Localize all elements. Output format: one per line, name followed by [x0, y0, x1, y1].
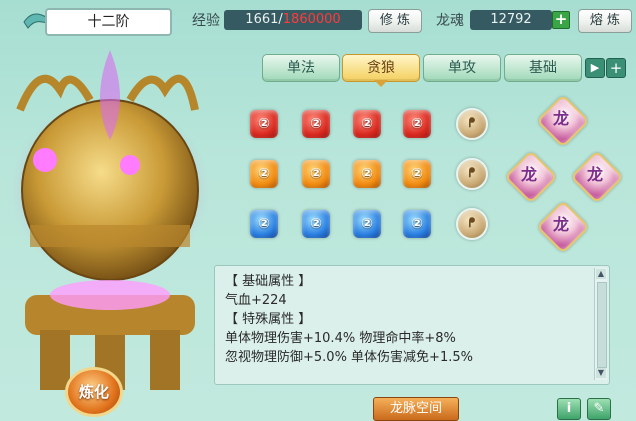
exp-label: 经验: [192, 13, 220, 29]
special-attr-line: 单体物理伤害+10.4% 物理命中率+8%: [225, 331, 456, 346]
refine-button[interactable]: 炼化: [65, 367, 123, 417]
cauldron-artwork: [10, 50, 210, 390]
attribute-scrollbar[interactable]: ▲ ▼: [594, 268, 607, 380]
blue-gem-slot[interactable]: ②: [350, 207, 384, 241]
tab-single-magic[interactable]: 单法: [262, 54, 340, 82]
gem-glyph-icon: ②: [258, 216, 270, 232]
next-tabs-button[interactable]: ▶: [585, 58, 605, 78]
star-gem-slot[interactable]: 龙: [536, 200, 590, 254]
special-attr-line: 忽视物理防御+5.0% 单体伤害减免+1.5%: [225, 350, 473, 365]
star-gem-slot[interactable]: 龙: [504, 150, 558, 204]
star-gem-slot[interactable]: 龙: [536, 94, 590, 148]
rank-label: 十二阶: [45, 8, 172, 36]
soul-label: 龙魂: [436, 13, 464, 29]
orange-gem-slot[interactable]: ②: [299, 157, 333, 191]
bronze-gem-slot[interactable]: ᖰ: [455, 157, 489, 191]
gem-glyph-icon: ②: [310, 116, 322, 132]
gem-glyph-icon: ②: [411, 116, 423, 132]
tab-basic[interactable]: 基础: [504, 54, 582, 82]
blue-gem-slot[interactable]: ②: [247, 207, 281, 241]
gem-glyph-icon: ᖰ: [468, 216, 476, 231]
exp-max: 1860000: [282, 12, 341, 27]
red-gem-slot[interactable]: ②: [350, 107, 384, 141]
bronze-gem-slot[interactable]: ᖰ: [455, 207, 489, 241]
scroll-down-arrow[interactable]: ▼: [596, 368, 606, 378]
smelt-button[interactable]: 熔 炼: [578, 9, 632, 33]
cultivate-button[interactable]: 修 炼: [368, 9, 422, 33]
orange-gem-slot[interactable]: ②: [247, 157, 281, 191]
bronze-gem-slot[interactable]: ᖰ: [455, 107, 489, 141]
tab-tanlang[interactable]: 贪狼: [342, 54, 420, 82]
soul-value: 12792: [470, 10, 552, 30]
orange-gem-slot[interactable]: ②: [400, 157, 434, 191]
gem-glyph-icon: ②: [310, 166, 322, 182]
dragon-space-button[interactable]: 龙脉空间: [373, 397, 459, 421]
gem-glyph-icon: ᖰ: [468, 116, 476, 131]
base-attr-line: 气血+224: [225, 293, 287, 308]
orange-gem-slot[interactable]: ②: [350, 157, 384, 191]
red-gem-slot[interactable]: ②: [299, 107, 333, 141]
dragon-glyph-icon: 龙: [552, 109, 569, 128]
tab-single-attack[interactable]: 单攻: [423, 54, 501, 82]
scroll-up-arrow[interactable]: ▲: [596, 269, 606, 279]
gem-glyph-icon: ᖰ: [468, 166, 476, 181]
attribute-panel: 【 基础属性 】 气血+224 【 特殊属性 】 单体物理伤害+10.4% 物理…: [214, 265, 610, 385]
star-gem-slot[interactable]: 龙: [570, 150, 624, 204]
gem-glyph-icon: ②: [258, 166, 270, 182]
dragon-glyph-icon: 龙: [552, 215, 569, 234]
base-attr-header: 【 基础属性 】: [225, 274, 312, 289]
gem-glyph-icon: ②: [361, 116, 373, 132]
add-tab-button[interactable]: +: [606, 58, 626, 78]
add-soul-button[interactable]: +: [552, 11, 570, 29]
exp-value: 1661/1860000: [224, 10, 362, 30]
active-tab-caret: [374, 80, 388, 87]
special-attr-header: 【 特殊属性 】: [225, 312, 312, 327]
edit-button[interactable]: ✎: [587, 398, 611, 420]
gem-glyph-icon: ②: [258, 116, 270, 132]
red-gem-slot[interactable]: ②: [247, 107, 281, 141]
blue-gem-slot[interactable]: ②: [400, 207, 434, 241]
gem-glyph-icon: ②: [310, 216, 322, 232]
info-button[interactable]: i: [557, 398, 581, 420]
gem-glyph-icon: ②: [361, 216, 373, 232]
red-gem-slot[interactable]: ②: [400, 107, 434, 141]
scroll-thumb[interactable]: [597, 282, 607, 368]
dragon-glyph-icon: 龙: [520, 165, 537, 184]
gem-glyph-icon: ②: [411, 166, 423, 182]
dragon-glyph-icon: 龙: [586, 165, 603, 184]
gem-glyph-icon: ②: [411, 216, 423, 232]
blue-gem-slot[interactable]: ②: [299, 207, 333, 241]
gem-glyph-icon: ②: [361, 166, 373, 182]
exp-current: 1661: [245, 12, 279, 27]
